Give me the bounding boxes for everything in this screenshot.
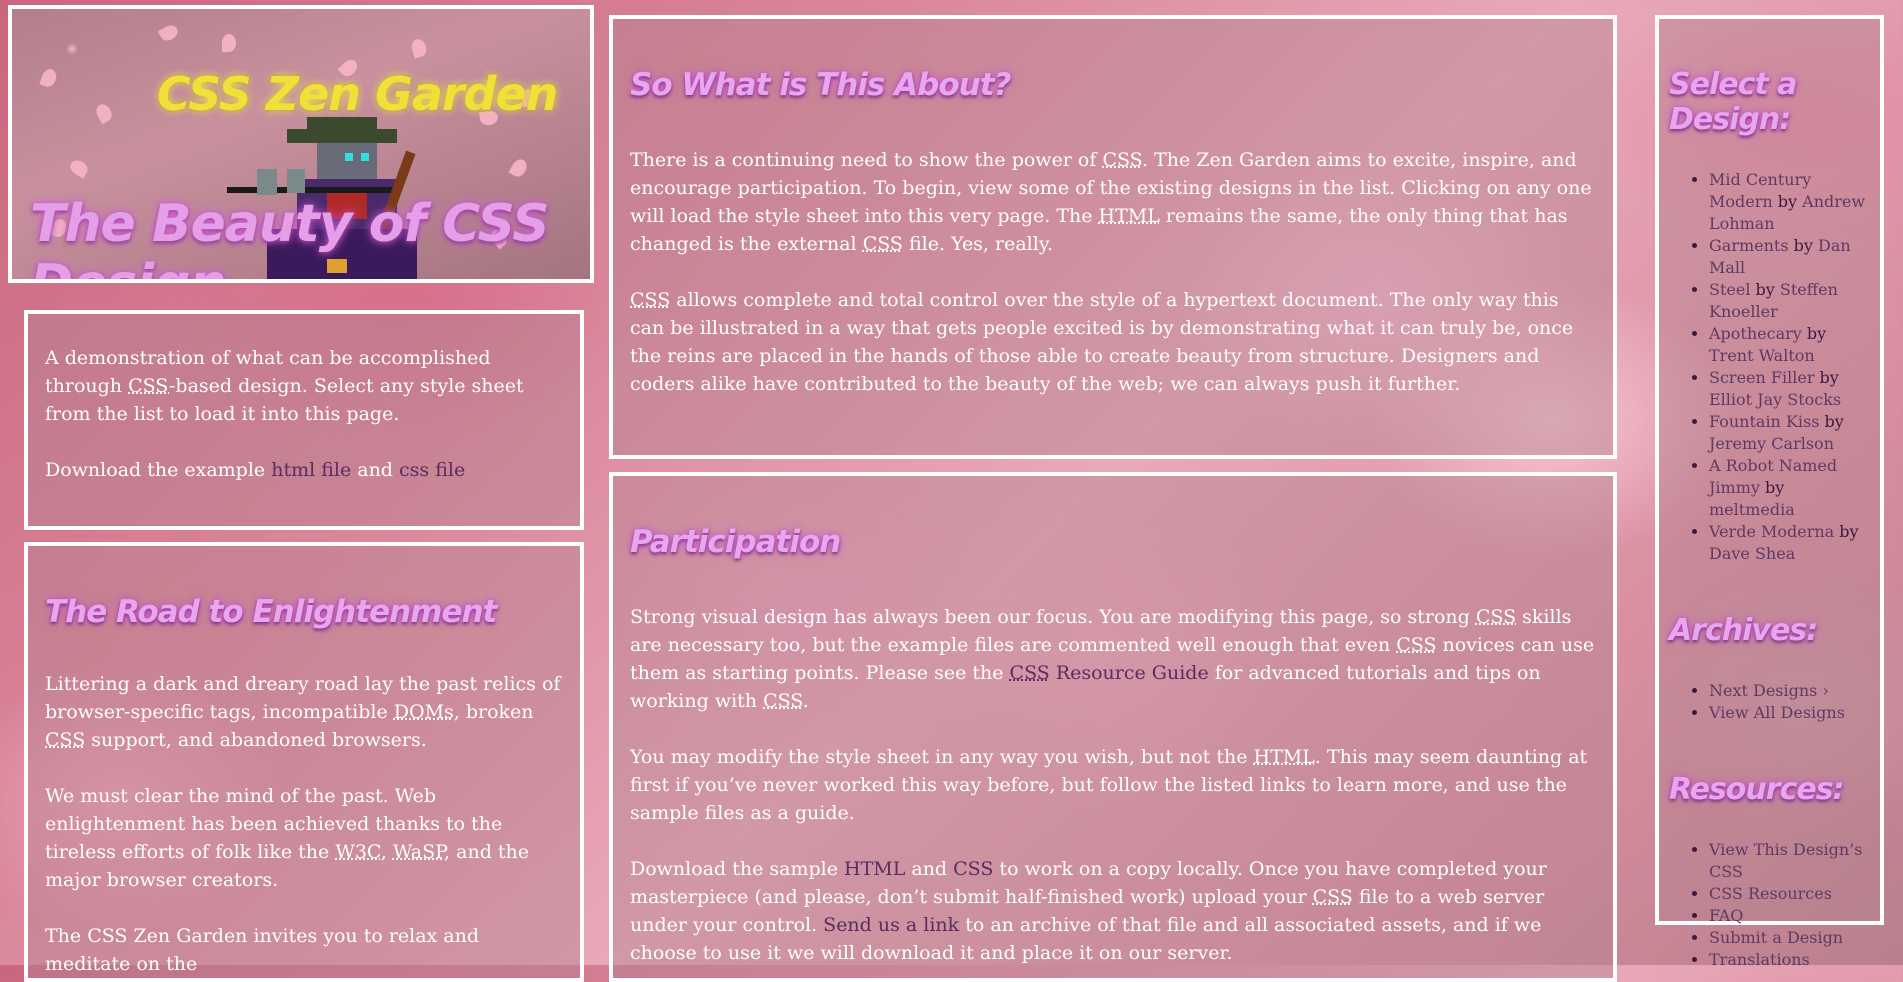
design-list-item: Mid Century Modern by Andrew Lohman xyxy=(1709,169,1870,235)
resources-list-item: View This Design’s CSS xyxy=(1709,839,1870,883)
sidebar-panel: Select a Design: Mid Century Modern by A… xyxy=(1655,15,1884,969)
abbr-css: CSS xyxy=(630,289,671,311)
abbr-css: CSS xyxy=(1312,886,1353,908)
participation-paragraph: Strong visual design has always been our… xyxy=(630,606,1595,712)
design-list: Mid Century Modern by Andrew Lohman Garm… xyxy=(1669,169,1870,565)
header-banner: CSS Zen Garden The Beauty of CSS Design xyxy=(8,5,594,283)
resources-list-item: Translations xyxy=(1709,949,1870,971)
design-link[interactable]: Verde Moderna xyxy=(1709,522,1834,541)
designer-link[interactable]: meltmedia xyxy=(1709,500,1795,519)
road-paragraph: We must clear the mind of the past. Web … xyxy=(45,785,530,891)
css-file-link[interactable]: css file xyxy=(399,459,465,481)
about-paragraph: CSS allows complete and total control ov… xyxy=(630,289,1574,395)
intro-summary: A demonstration of what can be accomplis… xyxy=(45,347,524,425)
archives-heading: Archives: xyxy=(1669,613,1818,648)
abbr-css: CSS xyxy=(862,233,903,255)
about-paragraph: There is a continuing need to show the p… xyxy=(630,149,1592,255)
petal-decoration xyxy=(157,22,181,44)
design-list-item: Fountain Kiss by Jeremy Carlson xyxy=(1709,411,1870,455)
abbr-css: CSS xyxy=(45,729,86,751)
abbr-css: CSS xyxy=(128,375,170,397)
participation-panel: Participation Strong visual design has a… xyxy=(609,472,1617,982)
design-list-item: Screen Filler by Elliot Jay Stocks xyxy=(1709,367,1870,411)
road-paragraph: The CSS Zen Garden invites you to relax … xyxy=(45,925,480,975)
submit-design-link[interactable]: Submit a Design xyxy=(1709,928,1843,947)
abbr-wasp: WaSP xyxy=(392,841,445,863)
intro-panel: A demonstration of what can be accomplis… xyxy=(24,310,584,530)
css-resources-link[interactable]: CSS Resources xyxy=(1709,884,1832,903)
resources-list-item: Submit a Design xyxy=(1709,927,1870,949)
site-name: CSS Zen Garden xyxy=(157,67,558,121)
design-link[interactable]: Garments xyxy=(1709,236,1789,255)
view-design-css-link[interactable]: View This Design’s CSS xyxy=(1709,840,1863,881)
design-link[interactable]: Fountain Kiss xyxy=(1709,412,1819,431)
petal-decoration xyxy=(67,157,91,179)
abbr-css: CSS xyxy=(1475,606,1517,628)
designer-link[interactable]: Elliot Jay Stocks xyxy=(1709,390,1841,409)
abbr-html: HTML xyxy=(1098,205,1160,227)
intro-download: Download the example html file and css f… xyxy=(45,459,466,481)
design-list-item: Apothecary by Trent Walton xyxy=(1709,323,1870,367)
translations-link[interactable]: Translations xyxy=(1709,950,1810,969)
abbr-dom: DOMs xyxy=(393,701,454,723)
participation-heading: Participation xyxy=(630,524,841,560)
resources-list-item: CSS Resources xyxy=(1709,883,1870,905)
road-paragraph: Littering a dark and dreary road lay the… xyxy=(45,673,561,751)
design-list-item: Verde Moderna by Dave Shea xyxy=(1709,521,1870,565)
abbr-css: CSS xyxy=(1009,662,1050,684)
abbr-html: HTML xyxy=(1253,746,1315,768)
resources-list-item: FAQ xyxy=(1709,905,1870,927)
designer-link[interactable]: Jeremy Carlson xyxy=(1709,434,1834,453)
view-all-designs-link[interactable]: View All Designs xyxy=(1709,703,1845,722)
petal-decoration xyxy=(93,101,115,125)
design-list-item: Steel by Steffen Knoeller xyxy=(1709,279,1870,323)
send-link-link[interactable]: Send us a link xyxy=(823,914,959,936)
about-heading: So What is This About? xyxy=(630,67,1012,103)
site-tagline: The Beauty of CSS Design xyxy=(30,194,550,279)
petal-decoration xyxy=(39,67,59,89)
select-design-heading: Select a Design: xyxy=(1669,67,1797,137)
sample-css-link[interactable]: CSS xyxy=(953,858,993,880)
resources-list: View This Design’s CSS CSS Resources FAQ… xyxy=(1669,839,1870,971)
design-link[interactable]: Steel xyxy=(1709,280,1750,299)
road-heading: The Road to Enlightenment xyxy=(45,594,497,630)
design-link[interactable]: Screen Filler xyxy=(1709,368,1814,387)
archives-list-item: View All Designs xyxy=(1709,702,1870,724)
abbr-css: CSS xyxy=(1102,149,1143,171)
resources-heading: Resources: xyxy=(1669,772,1845,807)
faq-link[interactable]: FAQ xyxy=(1709,906,1743,925)
about-panel: So What is This About? There is a contin… xyxy=(609,15,1617,459)
participation-paragraph: You may modify the style sheet in any wa… xyxy=(630,746,1588,824)
archives-list-item: Next Designs › xyxy=(1709,680,1870,702)
abbr-css: CSS xyxy=(763,690,803,712)
sample-html-link[interactable]: HTML xyxy=(844,858,905,880)
participation-paragraph: Download the sample HTML and CSS to work… xyxy=(630,858,1547,964)
css-resource-guide-link[interactable]: CSS Resource Guide xyxy=(1010,662,1209,684)
design-list-item: A Robot Named Jimmy by meltmedia xyxy=(1709,455,1870,521)
archives-list: Next Designs › View All Designs xyxy=(1669,680,1870,724)
petal-decoration xyxy=(508,156,530,180)
designer-link[interactable]: Trent Walton xyxy=(1709,346,1815,365)
abbr-w3c: W3C xyxy=(335,841,381,863)
petal-decoration xyxy=(409,37,429,59)
html-file-link[interactable]: html file xyxy=(271,459,351,481)
design-link[interactable]: Apothecary xyxy=(1709,324,1802,343)
designer-link[interactable]: Dave Shea xyxy=(1709,544,1795,563)
abbr-css: CSS xyxy=(1396,634,1437,656)
petal-decoration xyxy=(222,34,236,52)
road-panel: The Road to Enlightenment Littering a da… xyxy=(24,542,584,982)
next-designs-link[interactable]: Next Designs › xyxy=(1709,681,1829,700)
design-list-item: Garments by Dan Mall xyxy=(1709,235,1870,279)
